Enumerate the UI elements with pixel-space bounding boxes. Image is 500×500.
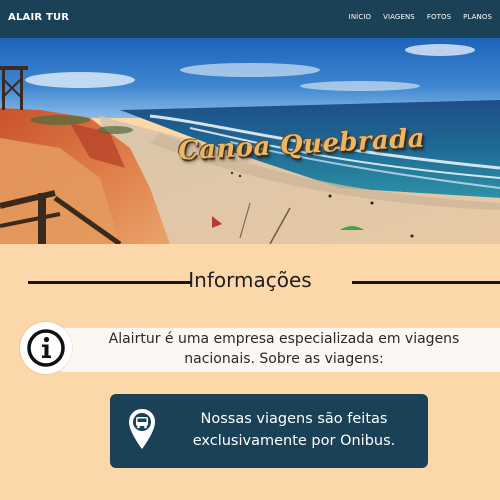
info-text: Alairtur é uma empresa especializada em … <box>108 331 460 367</box>
nav-links: INÍCIO VIAGENS FOTOS PLANOS <box>349 13 492 21</box>
bus-info-text: Nossas viagens são feitas exclusivamente… <box>192 411 396 449</box>
section-heading: Informações <box>0 262 500 302</box>
top-navbar: ALAIR TUR INÍCIO VIAGENS FOTOS PLANOS <box>0 0 500 38</box>
info-icon <box>27 329 65 367</box>
bus-location-pin-icon <box>129 409 155 449</box>
section-title: Informações <box>188 268 312 292</box>
heading-divider-right <box>352 281 500 284</box>
nav-link-planos[interactable]: PLANOS <box>463 13 492 21</box>
nav-link-fotos[interactable]: FOTOS <box>427 13 451 21</box>
bus-info-card: Nossas viagens são feitas exclusivamente… <box>110 394 428 468</box>
info-icon-badge <box>20 322 72 374</box>
hero-banner: Canoa Quebrada <box>0 38 500 244</box>
nav-link-viagens[interactable]: VIAGENS <box>383 13 415 21</box>
nav-link-inicio[interactable]: INÍCIO <box>349 13 371 21</box>
brand-logo[interactable]: ALAIR TUR <box>8 12 69 23</box>
